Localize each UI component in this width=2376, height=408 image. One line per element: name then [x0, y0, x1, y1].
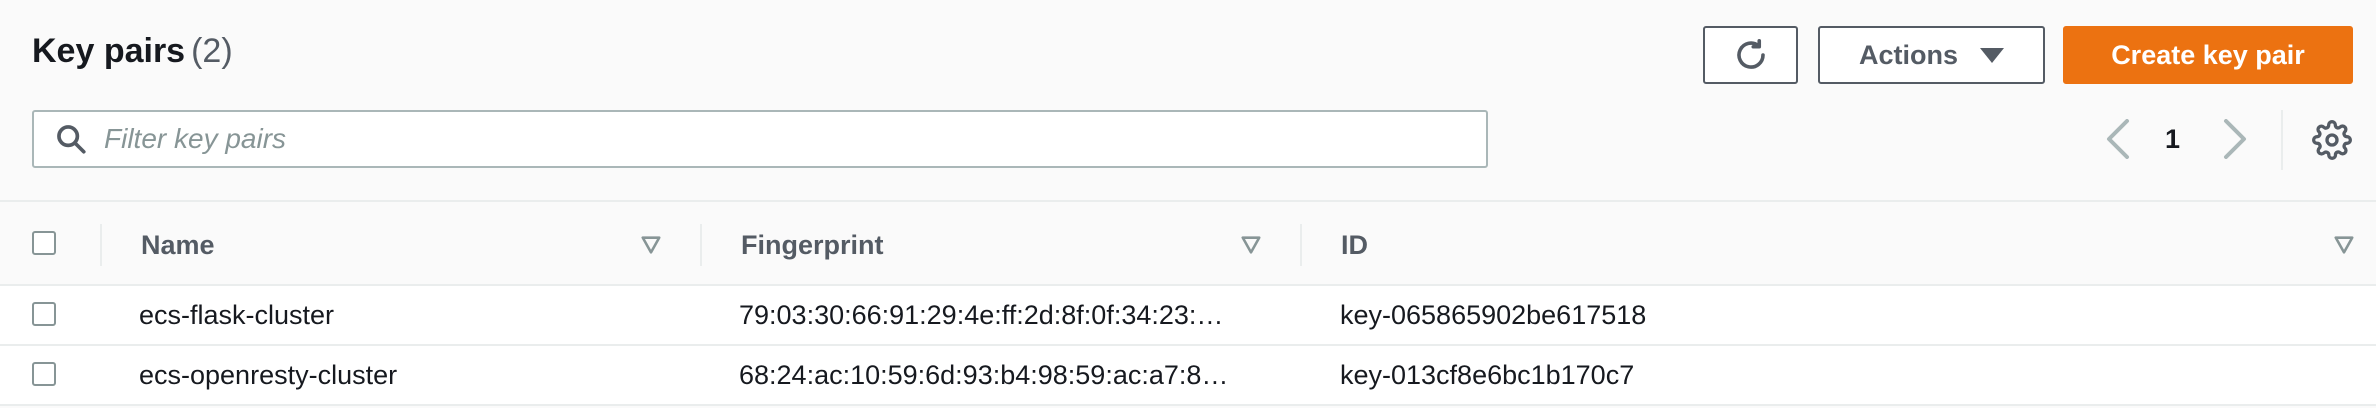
refresh-icon	[1736, 38, 1765, 69]
row-checkbox[interactable]	[32, 362, 56, 386]
gear-icon[interactable]	[2312, 120, 2352, 160]
key-pair-id: key-065865902be617518	[1340, 300, 1647, 330]
column-divider	[100, 224, 102, 266]
key-pair-name: ecs-openresty-cluster	[139, 360, 398, 390]
current-page-number[interactable]: 1	[2165, 117, 2180, 161]
sort-icon[interactable]	[640, 234, 662, 256]
chevron-right-icon	[2224, 119, 2246, 159]
key-pair-fingerprint: 79:03:30:66:91:29:4e:ff:2d:8f:0f:34:23:…	[739, 300, 1224, 330]
create-key-pair-button[interactable]: Create key pair	[2063, 26, 2353, 84]
key-pair-name: ecs-flask-cluster	[139, 300, 335, 330]
key-pairs-table: Name Fingerprint ID ecs-flask-cluster 79…	[0, 200, 2376, 406]
previous-page-button[interactable]	[2105, 117, 2135, 161]
caret-down-icon	[1980, 47, 2004, 63]
column-divider	[1300, 224, 1302, 266]
table-header-row: Name Fingerprint ID	[0, 200, 2376, 286]
create-key-pair-label: Create key pair	[2111, 39, 2305, 70]
chevron-left-icon	[2107, 119, 2129, 159]
refresh-button[interactable]	[1703, 26, 1798, 84]
next-page-button[interactable]	[2222, 117, 2252, 161]
key-pair-id: key-013cf8e6bc1b170c7	[1340, 360, 1635, 390]
actions-label: Actions	[1858, 39, 1958, 70]
column-header-fingerprint[interactable]: Fingerprint	[741, 230, 884, 261]
search-input[interactable]	[102, 122, 1406, 156]
table-row[interactable]: ecs-openresty-cluster 68:24:ac:10:59:6d:…	[0, 346, 2376, 406]
sort-icon[interactable]	[1240, 234, 1262, 256]
table-row[interactable]: ecs-flask-cluster 79:03:30:66:91:29:4e:f…	[0, 286, 2376, 346]
sort-icon[interactable]	[2333, 234, 2355, 256]
row-checkbox[interactable]	[32, 302, 56, 326]
item-count: (2)	[191, 32, 233, 70]
column-header-id[interactable]: ID	[1341, 230, 1368, 261]
column-header-name[interactable]: Name	[141, 230, 215, 261]
actions-dropdown-button[interactable]: Actions	[1818, 26, 2045, 84]
search-field[interactable]	[32, 110, 1488, 168]
select-all-checkbox[interactable]	[32, 231, 56, 255]
pagination-divider	[2281, 110, 2283, 170]
page-title: Key pairs (2)	[32, 32, 233, 71]
column-divider	[700, 224, 702, 266]
page-title-text: Key pairs	[32, 32, 186, 70]
key-pair-fingerprint: 68:24:ac:10:59:6d:93:b4:98:59:ac:a7:8…	[739, 360, 1229, 390]
search-icon	[57, 125, 86, 154]
